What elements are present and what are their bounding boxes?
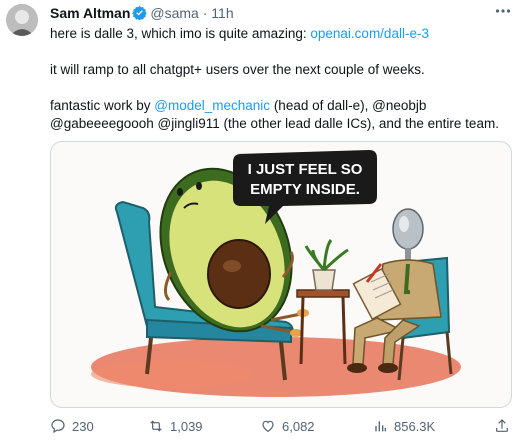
tweet-text: here is dalle 3, which imo is quite amaz… bbox=[50, 25, 512, 133]
avocado-therapy-illustration: I JUST FEEL SO EMPTY INSIDE. bbox=[91, 150, 461, 397]
author-avatar[interactable] bbox=[6, 4, 38, 36]
repost-count: 1,039 bbox=[170, 418, 203, 434]
reply-icon bbox=[51, 419, 65, 434]
more-icon[interactable] bbox=[494, 2, 512, 25]
reply-count: 230 bbox=[72, 418, 94, 434]
speech-line-2: EMPTY INSIDE. bbox=[250, 181, 360, 198]
tweet-line-1: here is dalle 3, which imo is quite amaz… bbox=[50, 25, 512, 43]
author-handle[interactable]: @sama bbox=[150, 5, 198, 21]
like-icon bbox=[262, 420, 274, 433]
tweet-line-2: it will ramp to all chatgpt+ users over … bbox=[50, 62, 425, 77]
views-icon bbox=[375, 421, 386, 432]
speech-line-1: I JUST FEEL SO bbox=[248, 161, 363, 178]
repost-icon bbox=[150, 420, 162, 432]
tweet-header: Sam Altman @sama · 11h bbox=[50, 3, 234, 23]
line1-text: here is dalle 3, which imo is quite amaz… bbox=[50, 26, 311, 41]
author-name[interactable]: Sam Altman bbox=[50, 5, 130, 21]
tweet-actions: 230 1,039 6,082 856.3K bbox=[50, 414, 512, 438]
avatar-photo bbox=[6, 4, 38, 36]
reply-button[interactable]: 230 bbox=[50, 414, 94, 438]
tweet-time[interactable]: 11h bbox=[211, 5, 233, 21]
like-count: 6,082 bbox=[282, 418, 315, 434]
views-count: 856.3K bbox=[394, 418, 436, 434]
share-button[interactable] bbox=[494, 414, 510, 438]
line3-text-a: fantastic work by bbox=[50, 98, 155, 113]
tweet-line-3: fantastic work by @model_mechanic (head … bbox=[50, 97, 512, 133]
like-button[interactable]: 6,082 bbox=[260, 414, 315, 438]
mention-link[interactable]: @model_mechanic bbox=[154, 98, 270, 113]
share-icon bbox=[496, 419, 508, 432]
dalle-link[interactable]: openai.com/dall-e-3 bbox=[310, 26, 429, 41]
separator: · bbox=[202, 5, 208, 21]
verified-icon bbox=[132, 5, 148, 20]
repost-button[interactable]: 1,039 bbox=[148, 414, 203, 438]
views-button[interactable]: 856.3K bbox=[372, 414, 435, 438]
tweet-image[interactable]: I JUST FEEL SO EMPTY INSIDE. bbox=[50, 141, 512, 408]
